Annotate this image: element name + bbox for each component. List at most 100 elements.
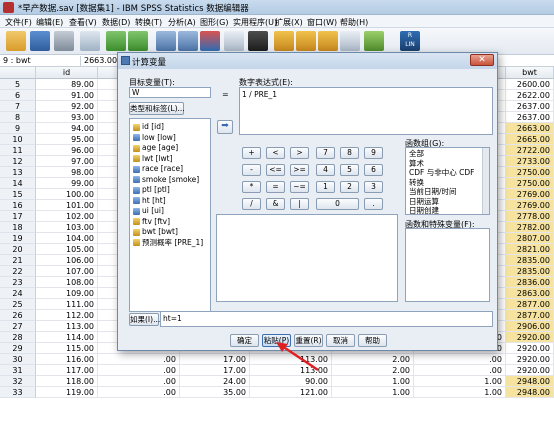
cell-bwt[interactable]: 2920.00 — [506, 343, 554, 354]
menu-0[interactable]: 文件(F) — [5, 17, 32, 28]
keypad-key[interactable]: = — [266, 181, 285, 193]
row-number[interactable]: 15 — [0, 189, 36, 200]
function-group-scrollbar[interactable] — [482, 148, 489, 214]
keypad-key[interactable]: 4 — [316, 164, 335, 176]
menu-10[interactable]: 帮助(H) — [340, 17, 368, 28]
cell-id[interactable]: 118.00 — [36, 376, 98, 387]
find-icon[interactable] — [248, 31, 268, 51]
variable-item[interactable]: id [id] — [133, 122, 164, 131]
function-group-item[interactable]: 转换 — [409, 178, 424, 188]
keypad-key[interactable]: - — [242, 164, 261, 176]
row-number[interactable]: 7 — [0, 101, 36, 112]
weight-cases-icon[interactable] — [340, 31, 360, 51]
keypad-key[interactable]: + — [242, 147, 261, 159]
variables-icon[interactable] — [200, 31, 220, 51]
cell-bwt[interactable]: 2637.00 — [506, 101, 554, 112]
cell-d[interactable]: 2.00 — [332, 354, 414, 365]
cell-id[interactable]: 109.00 — [36, 288, 98, 299]
cell-bwt[interactable]: 2835.00 — [506, 255, 554, 266]
move-variable-button[interactable]: ➡ — [217, 120, 233, 134]
variable-item[interactable]: race [race] — [133, 164, 183, 173]
row-number[interactable]: 11 — [0, 145, 36, 156]
cell-bwt[interactable]: 2663.00 — [506, 123, 554, 134]
row-number[interactable]: 19 — [0, 233, 36, 244]
keypad-key[interactable]: 2 — [340, 181, 359, 193]
cell-bwt[interactable]: 2733.00 — [506, 156, 554, 167]
keypad-key[interactable]: >= — [290, 164, 309, 176]
cell-id[interactable]: 95.00 — [36, 134, 98, 145]
cell-id[interactable]: 104.00 — [36, 233, 98, 244]
cell-id[interactable]: 114.00 — [36, 332, 98, 343]
cell-c[interactable]: 90.00 — [250, 376, 332, 387]
variable-item[interactable]: 预测概率 [PRE_1] — [133, 238, 203, 247]
cell-bwt[interactable]: 2920.00 — [506, 354, 554, 365]
if-button[interactable]: 如果(I)... — [129, 313, 160, 326]
cell-bwt[interactable]: 2637.00 — [506, 112, 554, 123]
keypad-key[interactable]: . — [364, 198, 383, 210]
menu-8[interactable]: 扩展(X) — [275, 17, 303, 28]
numeric-expression-input[interactable]: 1 / PRE_1 — [239, 87, 493, 135]
cell-bwt[interactable]: 2807.00 — [506, 233, 554, 244]
row-number[interactable]: 32 — [0, 376, 36, 387]
cell-b[interactable]: 35.00 — [180, 387, 250, 398]
cell-a[interactable]: .00 — [98, 376, 180, 387]
variable-item[interactable]: smoke [smoke] — [133, 175, 199, 184]
keypad-key[interactable]: 1 — [316, 181, 335, 193]
function-group-item[interactable]: CDF 与非中心 CDF — [409, 168, 474, 178]
cell-c[interactable]: 121.00 — [250, 387, 332, 398]
column-header-bwt[interactable]: bwt — [506, 67, 554, 79]
dialog-recall-icon[interactable] — [80, 31, 100, 51]
row-number[interactable]: 16 — [0, 200, 36, 211]
row-number[interactable]: 23 — [0, 277, 36, 288]
cell-bwt[interactable]: 2769.00 — [506, 200, 554, 211]
row-number[interactable]: 8 — [0, 112, 36, 123]
split-file-icon[interactable] — [318, 31, 338, 51]
insert-variable-icon[interactable] — [296, 31, 316, 51]
keypad-key[interactable]: < — [266, 147, 285, 159]
row-number[interactable]: 21 — [0, 255, 36, 266]
row-number[interactable]: 26 — [0, 310, 36, 321]
cell-bwt[interactable]: 2835.00 — [506, 266, 554, 277]
variable-item[interactable]: lwt [lwt] — [133, 154, 173, 163]
cell-id[interactable]: 99.00 — [36, 178, 98, 189]
cell-id[interactable]: 100.00 — [36, 189, 98, 200]
menu-2[interactable]: 查看(V) — [69, 17, 97, 28]
cell-e[interactable]: .00 — [414, 365, 506, 376]
cell-id[interactable]: 102.00 — [36, 211, 98, 222]
keypad-key[interactable]: 7 — [316, 147, 335, 159]
function-group-item[interactable]: 日期创建 — [409, 206, 439, 214]
cell-a[interactable]: .00 — [98, 387, 180, 398]
save-icon[interactable] — [30, 31, 50, 51]
row-number[interactable]: 12 — [0, 156, 36, 167]
row-number[interactable]: 27 — [0, 321, 36, 332]
cell-b[interactable]: 17.00 — [180, 365, 250, 376]
cell-id[interactable]: 97.00 — [36, 156, 98, 167]
cell-e[interactable]: .00 — [414, 354, 506, 365]
cell-d[interactable]: 1.00 — [332, 387, 414, 398]
variable-item[interactable]: bwt [bwt] — [133, 227, 178, 236]
cell-id[interactable]: 94.00 — [36, 123, 98, 134]
keypad-key[interactable]: ~= — [290, 181, 309, 193]
variable-item[interactable]: ui [ui] — [133, 206, 164, 215]
cell-id[interactable]: 98.00 — [36, 167, 98, 178]
row-number[interactable]: 29 — [0, 343, 36, 354]
row-number[interactable]: 17 — [0, 211, 36, 222]
cell-id[interactable]: 112.00 — [36, 310, 98, 321]
functions-special-variables-list[interactable] — [405, 228, 490, 302]
row-number[interactable]: 9 — [0, 123, 36, 134]
cell-bwt[interactable]: 2665.00 — [506, 134, 554, 145]
row-number[interactable]: 28 — [0, 332, 36, 343]
cell-bwt[interactable]: 2600.00 — [506, 79, 554, 90]
cell-bwt[interactable]: 2622.00 — [506, 90, 554, 101]
cell-bwt[interactable]: 2750.00 — [506, 167, 554, 178]
cell-bwt[interactable]: 2877.00 — [506, 310, 554, 321]
cell-id[interactable]: 91.00 — [36, 90, 98, 101]
keypad-key[interactable]: 8 — [340, 147, 359, 159]
cell-a[interactable]: .00 — [98, 365, 180, 376]
row-number[interactable]: 6 — [0, 90, 36, 101]
function-group-list[interactable]: 全部 算术 CDF 与非中心 CDF 转换 当前日期/时间 日期运算 日期创建 — [405, 147, 490, 215]
variable-item[interactable]: ht [ht] — [133, 196, 166, 205]
cell-bwt[interactable]: 2750.00 — [506, 178, 554, 189]
cell-b[interactable]: 24.00 — [180, 376, 250, 387]
function-group-item[interactable]: 日期运算 — [409, 197, 439, 207]
